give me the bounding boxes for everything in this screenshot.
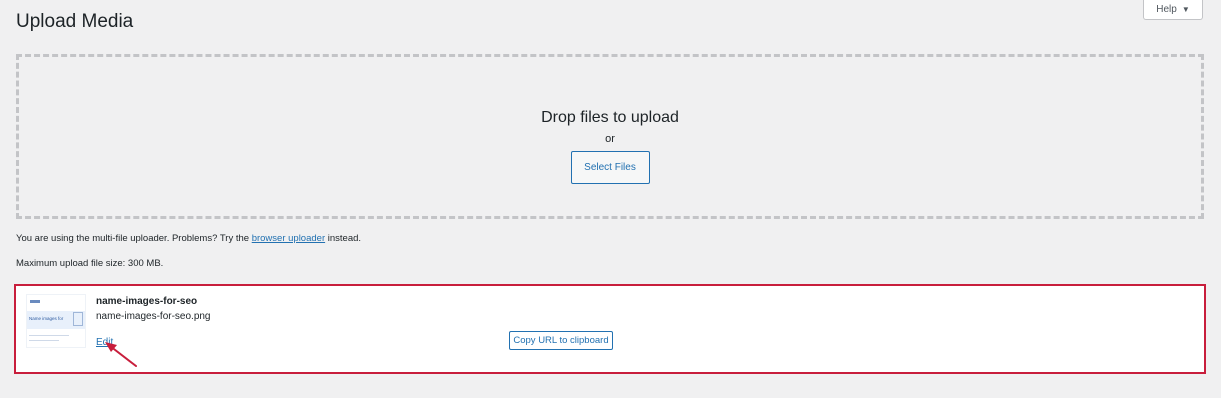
uploader-note-suffix: instead. <box>325 233 362 244</box>
thumbnail-caption: Name images for <box>29 316 64 321</box>
annotation-arrow-icon <box>105 342 137 367</box>
thumbnail-line <box>29 340 59 341</box>
caret-down-icon: ▼ <box>1181 5 1190 14</box>
media-title: name-images-for-seo <box>96 296 198 307</box>
select-files-button[interactable]: Select Files <box>570 151 650 184</box>
max-upload-size: Maximum upload file size: 300 MB. <box>16 258 164 269</box>
drop-zone[interactable]: Drop files to upload or Select Files <box>16 54 1204 219</box>
media-thumbnail: Name images for <box>26 294 86 348</box>
page-title: Upload Media <box>16 11 134 32</box>
thumbnail-graphic <box>73 312 83 326</box>
uploaded-media-item: Name images for name-images-for-seo name… <box>14 284 1206 374</box>
thumbnail-logo <box>30 300 40 303</box>
uploader-note: You are using the multi-file uploader. P… <box>16 233 361 244</box>
uploader-note-prefix: You are using the multi-file uploader. P… <box>16 233 252 244</box>
drop-zone-title: Drop files to upload <box>541 109 679 126</box>
browser-uploader-link[interactable]: browser uploader <box>252 233 325 244</box>
drop-zone-or: or <box>605 133 615 145</box>
copy-url-button[interactable]: Copy URL to clipboard <box>509 331 613 350</box>
thumbnail-line <box>29 335 69 336</box>
help-tab-button[interactable]: Help ▼ <box>1143 0 1203 20</box>
media-filename: name-images-for-seo.png <box>96 311 211 322</box>
help-label: Help <box>1156 4 1177 15</box>
